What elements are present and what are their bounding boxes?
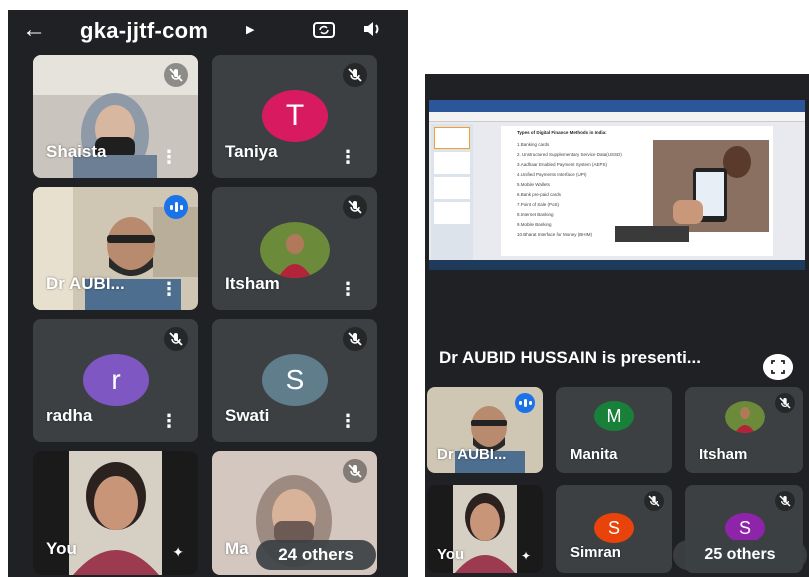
others-count[interactable]: 24 others xyxy=(256,540,376,570)
speaking-indicator-icon xyxy=(515,393,535,413)
avatar: S xyxy=(262,354,328,406)
mic-off-icon xyxy=(343,195,367,219)
more-options-icon[interactable]: ⋮ xyxy=(160,148,178,166)
mic-off-icon xyxy=(164,63,188,87)
fullscreen-icon[interactable] xyxy=(763,354,793,380)
participant-tile[interactable]: Itsham ⋮ xyxy=(212,187,377,310)
slide-list-item: 8.Internet Banking xyxy=(517,212,554,217)
shared-screen: Types of Digital Finance Methods in Indi… xyxy=(429,100,805,270)
participant-name: Shaista xyxy=(46,142,107,161)
participant-tile[interactable]: S Simran xyxy=(556,485,672,573)
switch-camera-icon[interactable] xyxy=(312,19,336,39)
participant-name: Swati xyxy=(225,406,270,425)
participant-tile[interactable]: Shaista ⋮ xyxy=(33,55,198,178)
slide-list-item: 7.Point of Sale (PoS) xyxy=(517,202,560,207)
participant-name: radha xyxy=(46,406,93,425)
ppt-popup xyxy=(615,226,689,242)
speaker-icon[interactable] xyxy=(362,19,384,39)
avatar: S xyxy=(725,513,765,543)
mic-off-icon xyxy=(644,491,664,511)
participant-tile[interactable]: M Manita xyxy=(556,387,672,473)
mic-off-icon xyxy=(775,491,795,511)
slide-list-item: 1.Banking cards xyxy=(517,142,550,147)
participant-name: Dr AUBI... xyxy=(437,446,507,463)
slide-list-item: 3.Aadhaar Enabled Payment System (AEPS) xyxy=(517,162,608,167)
avatar: S xyxy=(594,513,634,543)
meeting-code[interactable]: gka-jjtf-com xyxy=(80,18,208,44)
avatar xyxy=(260,222,330,278)
meet-screen-right: Types of Digital Finance Methods in Indi… xyxy=(425,74,809,577)
mic-off-icon xyxy=(343,459,367,483)
participant-name: Dr AUBI... xyxy=(46,274,125,293)
effects-icon[interactable]: ✦ xyxy=(521,549,531,563)
slide-list-item: 6.Bank pre-paid cards xyxy=(517,192,562,197)
participant-tile[interactable]: Ma 24 others xyxy=(212,451,377,575)
participant-name: Ma xyxy=(225,539,249,558)
chevron-right-icon[interactable]: ▶ xyxy=(246,23,254,36)
self-view-tile[interactable]: You ✦ xyxy=(33,451,198,575)
top-bar: ← gka-jjtf-com ▶ xyxy=(8,10,408,52)
participant-name: Taniya xyxy=(225,142,278,161)
self-view-tile[interactable]: You ✦ xyxy=(427,485,543,573)
more-options-icon[interactable]: ⋮ xyxy=(160,412,178,430)
participant-tile[interactable]: S Swati ⋮ xyxy=(212,319,377,442)
avatar: T xyxy=(262,90,328,142)
participant-name: Itsham xyxy=(225,274,280,293)
slide-list: 1.Banking cards 2. Unstructured Suppleme… xyxy=(517,140,622,240)
slide-list-item: 4.Unified Payments Interface (UPI) xyxy=(517,172,587,177)
slide-thumbnails xyxy=(431,124,473,260)
participant-tile[interactable]: Itsham xyxy=(685,387,803,473)
mic-off-icon xyxy=(343,63,367,87)
back-arrow-icon[interactable]: ← xyxy=(22,16,46,44)
participant-tile[interactable]: Dr AUBI... ⋮ xyxy=(33,187,198,310)
avatar xyxy=(725,401,765,433)
participant-name: Manita xyxy=(570,446,618,463)
participant-name: Itsham xyxy=(699,446,748,463)
mic-off-icon xyxy=(343,327,367,351)
participant-tile[interactable]: r radha ⋮ xyxy=(33,319,198,442)
slide-list-item: 2. Unstructured Supplementary Service Da… xyxy=(517,152,622,157)
participant-name: Simran xyxy=(570,544,621,561)
meet-screen-left: ← gka-jjtf-com ▶ Shaista ⋮ T Taniya ⋮ Dr… xyxy=(8,10,408,577)
participant-name: You xyxy=(437,546,465,563)
speaking-indicator-icon xyxy=(164,195,188,219)
taskbar xyxy=(429,260,805,270)
more-options-icon[interactable]: ⋮ xyxy=(339,280,357,298)
participant-tile[interactable]: Dr AUBI... xyxy=(427,387,543,473)
presenting-label: Dr AUBID HUSSAIN is presenti... xyxy=(439,348,701,367)
slide-list-item: 10.Bharat Interface for Money (BHIM) xyxy=(517,232,593,237)
effects-icon[interactable]: ✦ xyxy=(172,544,184,561)
others-count[interactable]: 25 others xyxy=(673,540,807,570)
avatar: r xyxy=(83,354,149,406)
slide-list-item: 5.Mobile Wallets xyxy=(517,182,550,187)
participant-tile[interactable]: T Taniya ⋮ xyxy=(212,55,377,178)
participant-name: You xyxy=(46,539,77,558)
slide-title: Types of Digital Finance Methods in Indi… xyxy=(517,130,607,135)
ppt-ribbon xyxy=(429,100,805,112)
ppt-toolbar xyxy=(429,112,805,122)
mic-off-icon xyxy=(164,327,188,351)
mic-off-icon xyxy=(775,393,795,413)
slide-photo xyxy=(653,140,769,232)
more-options-icon[interactable]: ⋮ xyxy=(339,148,357,166)
slide-list-item: 9.Mobile Banking xyxy=(517,222,552,227)
avatar: M xyxy=(594,401,634,431)
presentation-view[interactable]: Types of Digital Finance Methods in Indi… xyxy=(425,74,809,386)
more-options-icon[interactable]: ⋮ xyxy=(160,280,178,298)
more-options-icon[interactable]: ⋮ xyxy=(339,412,357,430)
